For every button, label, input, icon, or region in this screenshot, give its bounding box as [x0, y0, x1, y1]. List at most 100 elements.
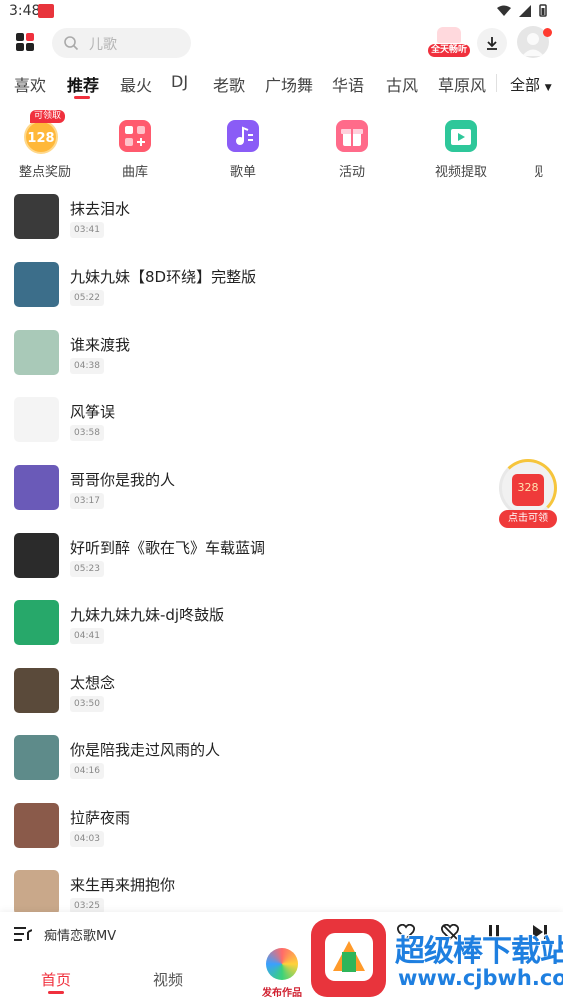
song-title: 你是陪我走过风雨的人 [70, 741, 221, 759]
publish-button[interactable]: 发布作品 [257, 948, 307, 1000]
song-row[interactable]: 好听到醉《歌在飞》车载蓝调 05:23 [0, 531, 563, 591]
tab-category[interactable]: 古风 [386, 72, 418, 96]
coin-icon: 128 [24, 120, 58, 154]
floating-reward-button[interactable]: 328 点击可领 [499, 459, 559, 529]
song-title: 好听到醉《歌在飞》车载蓝调 [70, 539, 266, 557]
song-title: 拉萨夜雨 [70, 809, 131, 827]
song-row[interactable]: 九妹九妹九妹-dj咚鼓版 04:41 [0, 598, 563, 658]
quick-entry-video-extract[interactable]: 视频提取 [426, 112, 496, 182]
song-duration: 04:16 [70, 763, 104, 779]
status-time: 3:48 [9, 3, 41, 19]
video-extract-icon [445, 120, 477, 152]
battery-icon [539, 4, 547, 17]
quick-entry-label: 视频提取 [434, 165, 487, 180]
signal-icon [519, 4, 531, 17]
notification-dot [543, 28, 552, 37]
tab-category[interactable]: 华语 [332, 72, 364, 96]
vip-crown-icon [437, 27, 461, 43]
vip-badge[interactable]: 全天畅听 [428, 27, 470, 59]
gift-icon [336, 120, 368, 152]
download-icon [487, 37, 497, 50]
song-row[interactable]: 你是陪我走过风雨的人 04:16 [0, 733, 563, 793]
song-cover [14, 194, 59, 239]
quick-entry-partial[interactable]: 视 [535, 112, 563, 182]
watermark-title: 超级棒下载站 [395, 934, 563, 969]
song-row[interactable]: 九妹九妹【8D环绕】完整版 05:22 [0, 260, 563, 320]
song-title: 抹去泪水 [70, 200, 131, 218]
song-row[interactable]: 风筝误 03:58 [0, 395, 563, 455]
download-button[interactable] [477, 28, 507, 58]
publish-label: 发布作品 [262, 988, 302, 999]
song-title: 来生再来拥抱你 [70, 876, 176, 894]
status-icons [497, 4, 547, 17]
all-categories-label: 全部 [510, 76, 541, 94]
tab-category[interactable]: 老歌 [213, 72, 245, 96]
song-duration: 05:22 [70, 290, 104, 306]
playlist-queue-icon[interactable] [14, 926, 32, 942]
song-cover [14, 397, 59, 442]
song-title: 九妹九妹【8D环绕】完整版 [70, 268, 257, 286]
tab-category[interactable]: 草原风 [438, 72, 486, 96]
song-row[interactable]: 拉萨夜雨 04:03 [0, 801, 563, 861]
quick-entry-label: 视 [535, 165, 544, 180]
quick-entry-label: 整点奖励 [18, 165, 71, 180]
tab-category[interactable]: 喜欢 [14, 72, 46, 96]
library-icon [119, 120, 151, 152]
tab-category[interactable]: DJ [171, 72, 188, 91]
nav-active-indicator [48, 991, 64, 994]
category-tabs: 喜欢 推荐 最火 DJ 老歌 广场舞 华语 古风 草原风 [14, 72, 494, 96]
song-duration: 04:38 [70, 358, 104, 374]
quick-entry-playlist[interactable]: 歌单 [208, 112, 278, 182]
quick-entry-library[interactable]: 曲库 [100, 112, 170, 182]
quick-entry-label: 曲库 [121, 165, 148, 180]
song-title: 哥哥你是我的人 [70, 471, 176, 489]
song-title: 太想念 [70, 674, 116, 692]
reward-tag: 可领取 [30, 110, 66, 123]
tabs-divider [496, 74, 497, 92]
tab-category[interactable]: 广场舞 [265, 72, 313, 96]
song-title: 风筝误 [70, 403, 116, 421]
tab-category-active[interactable]: 推荐 [67, 72, 99, 96]
status-bar: 3:48 [0, 0, 563, 24]
song-row[interactable]: 谁来渡我 04:38 [0, 328, 563, 388]
wifi-icon [497, 5, 511, 16]
song-duration: 04:41 [70, 628, 104, 644]
song-title: 九妹九妹九妹-dj咚鼓版 [70, 606, 225, 624]
song-row[interactable]: 太想念 03:50 [0, 666, 563, 726]
song-duration: 03:41 [70, 222, 104, 238]
apps-menu-icon[interactable] [16, 33, 35, 52]
song-cover [14, 262, 59, 307]
quick-entry-label: 歌单 [229, 165, 256, 180]
reward-amount: 328 [517, 481, 539, 494]
song-duration: 03:58 [70, 425, 104, 441]
song-duration: 03:50 [70, 696, 104, 712]
publish-icon [266, 948, 298, 980]
search-input[interactable]: 儿歌 [52, 28, 191, 58]
search-icon [64, 36, 79, 51]
active-tab-indicator [74, 96, 90, 99]
song-cover [14, 465, 59, 510]
caret-down-icon: ▼ [544, 83, 552, 93]
song-cover [14, 735, 59, 780]
quick-entry-activity[interactable]: 活动 [317, 112, 387, 182]
quick-entry-reward[interactable]: 128 可领取 整点奖励 [10, 110, 80, 182]
tab-category[interactable]: 最火 [120, 72, 152, 96]
watermark-url: www.cjbwh.com [398, 966, 563, 990]
quick-entry-label: 活动 [338, 165, 365, 180]
song-cover [14, 870, 59, 915]
vip-badge-label: 全天畅听 [428, 44, 470, 57]
song-cover [14, 803, 59, 848]
song-row[interactable]: 哥哥你是我的人 03:17 [0, 463, 563, 523]
song-row[interactable]: 抹去泪水 03:41 [0, 192, 563, 252]
watermark-logo-icon [311, 919, 386, 997]
song-cover [14, 533, 59, 578]
song-cover [14, 330, 59, 375]
playlist-icon [227, 120, 259, 152]
song-duration: 04:03 [70, 831, 104, 847]
all-categories-button[interactable]: 全部 ▼ [510, 74, 552, 95]
nav-video[interactable]: 视频 [153, 969, 183, 990]
notification-app-icon [38, 4, 54, 18]
nav-home[interactable]: 首页 [41, 969, 71, 990]
search-placeholder: 儿歌 [89, 37, 117, 53]
song-title: 谁来渡我 [70, 336, 131, 354]
